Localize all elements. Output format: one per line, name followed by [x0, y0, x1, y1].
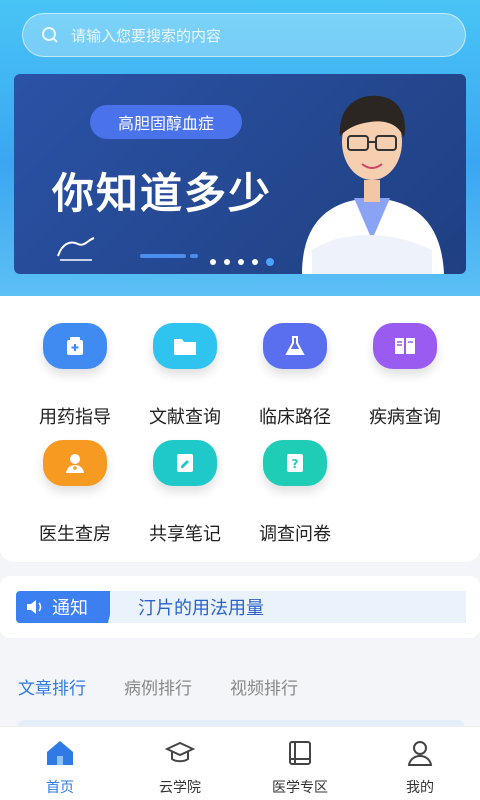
grid-item-label: 文献查询	[149, 407, 221, 428]
tab-case-ranking[interactable]: 病例排行	[124, 674, 192, 699]
nav-mine[interactable]: 我的	[372, 739, 468, 797]
search-placeholder: 请输入您要搜索的内容	[71, 26, 222, 45]
search-icon	[42, 27, 58, 43]
tab-article-ranking[interactable]: 文章排行	[18, 674, 86, 699]
svg-text:?: ?	[292, 457, 299, 471]
banner-headline: 你知道多少	[52, 169, 273, 218]
grid-item-label: 疾病查询	[369, 407, 441, 428]
carousel-dot[interactable]	[210, 259, 216, 265]
carousel-dot[interactable]	[224, 259, 230, 265]
search-bar[interactable]: 请输入您要搜索的内容	[22, 13, 466, 57]
grid-item-label: 医生查房	[39, 524, 111, 545]
grid-item-survey[interactable]: ? 调查问卷	[247, 440, 343, 546]
ranking-tabs: 文章排行 病例排行 视频排行	[0, 650, 480, 736]
carousel-bar-small	[190, 254, 198, 258]
medicine-box-icon	[43, 323, 107, 369]
carousel-dot-active[interactable]	[266, 258, 274, 266]
nav-medical-zone[interactable]: 医学专区	[252, 739, 348, 797]
carousel-dots[interactable]	[210, 258, 274, 266]
tab-video-ranking[interactable]: 视频排行	[230, 674, 298, 699]
notice-tag: 通知	[16, 591, 116, 623]
feature-grid: 用药指导 文献查询 临床路径 疾病查询 医生查房 共享笔记 ? 调查问卷	[0, 296, 480, 562]
notice-bar[interactable]: 通知 汀片的用法用量	[0, 576, 480, 638]
graduation-cap-icon	[164, 741, 196, 763]
promo-banner[interactable]: 高胆固醇血症 你知道多少	[14, 74, 466, 274]
grid-item-shared-notes[interactable]: 共享笔记	[137, 440, 233, 546]
home-icon	[47, 741, 73, 765]
notice-label: 通知	[52, 598, 88, 619]
grid-item-disease-search[interactable]: 疾病查询	[357, 323, 453, 429]
note-icon	[153, 440, 217, 486]
notice-text[interactable]: 汀片的用法用量	[110, 591, 466, 623]
speaker-icon	[27, 600, 42, 614]
grid-item-label: 用药指导	[39, 407, 111, 428]
survey-icon: ?	[263, 440, 327, 486]
grid-item-literature-search[interactable]: 文献查询	[137, 323, 233, 429]
nav-home[interactable]: 首页	[12, 739, 108, 797]
carousel-dot[interactable]	[238, 259, 244, 265]
doctor-icon	[43, 440, 107, 486]
brand-logo-icon	[57, 237, 95, 261]
carousel-bar	[140, 254, 186, 258]
folder-icon	[153, 323, 217, 369]
grid-item-medication-guide[interactable]: 用药指导	[27, 323, 123, 429]
nav-cloud-academy[interactable]: 云学院	[132, 739, 228, 797]
user-icon	[407, 741, 433, 766]
book-icon	[373, 323, 437, 369]
banner-tag: 高胆固醇血症	[90, 105, 242, 139]
bottom-nav: 首页 云学院 医学专区 我的	[0, 726, 480, 800]
grid-item-label: 共享笔记	[149, 524, 221, 545]
flask-icon	[263, 323, 327, 369]
grid-item-label: 临床路径	[259, 407, 331, 428]
doctor-illustration-icon	[302, 95, 444, 274]
grid-item-clinical-pathway[interactable]: 临床路径	[247, 323, 343, 429]
book-icon	[289, 741, 311, 765]
carousel-dot[interactable]	[252, 259, 258, 265]
grid-item-doctor-rounds[interactable]: 医生查房	[27, 440, 123, 546]
grid-item-label: 调查问卷	[259, 524, 331, 545]
